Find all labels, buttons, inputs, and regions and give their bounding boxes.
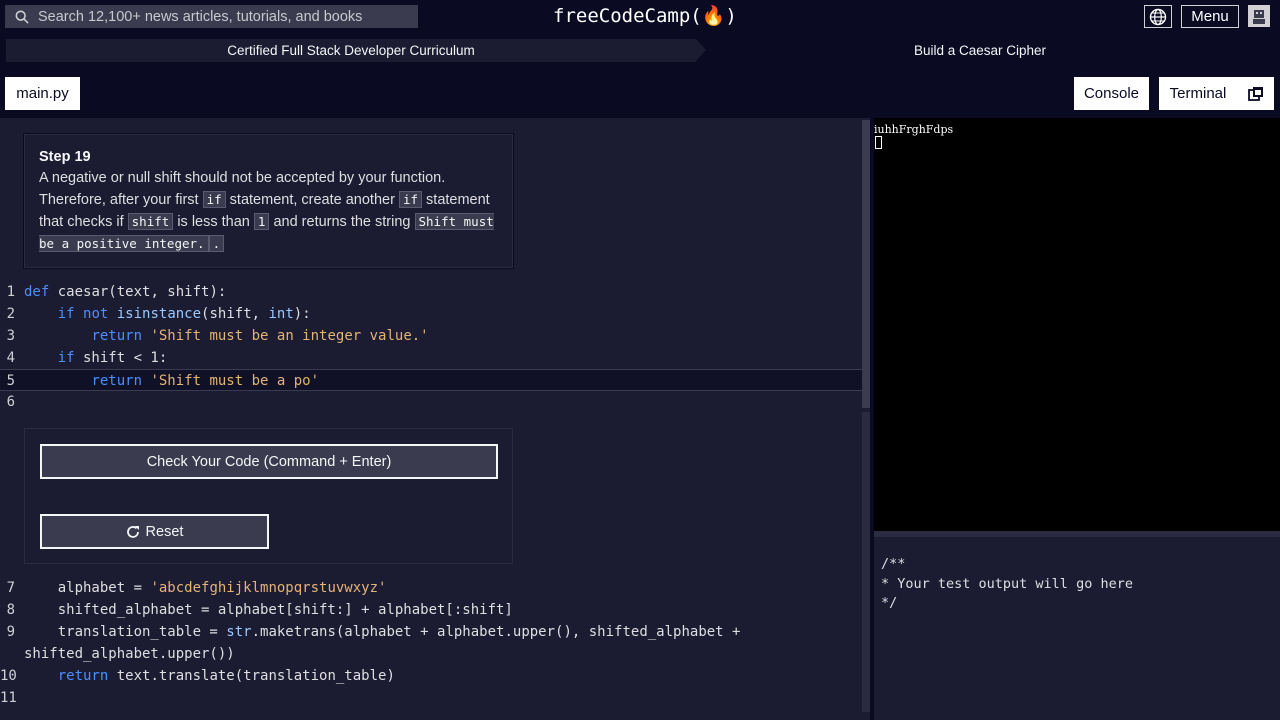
code-lines-top[interactable]: 1 def caesar(text, shift): 2 if not isinst… <box>0 281 862 413</box>
code-lines-bottom[interactable]: 7 alphabet = 'abcdefghijklmnopqrstuvwxyz… <box>0 577 862 709</box>
instr-code-one: 1 <box>253 213 270 230</box>
reset-icon <box>126 525 139 538</box>
globe-icon <box>1149 8 1167 25</box>
code-text[interactable]: shifted_alphabet.upper()) <box>24 643 235 665</box>
search-bar[interactable] <box>5 5 418 28</box>
step-instructions: Step 19 A negative or null shift should … <box>24 134 513 268</box>
code-line[interactable]: 11 <box>0 687 862 709</box>
line-number: 8 <box>6 602 15 618</box>
preview-output-text: iuhhFrghFdps <box>874 123 954 136</box>
code-text[interactable]: if not isinstance(shift, int): <box>24 303 311 325</box>
line-number: 9 <box>6 624 15 640</box>
check-code-button[interactable]: Check Your Code (Command + Enter) <box>40 444 498 479</box>
breadcrumb-curriculum-label: Certified Full Stack Developer Curriculu… <box>227 43 475 58</box>
breadcrumb-curriculum[interactable]: Certified Full Stack Developer Curriculu… <box>6 39 696 62</box>
instr-text-5: and returns the string <box>269 214 415 230</box>
console-button[interactable]: Console <box>1074 77 1149 110</box>
avatar[interactable] <box>1248 5 1270 27</box>
brand-logo[interactable]: freeCodeCamp(🔥) <box>553 4 737 27</box>
menu-button[interactable]: Menu <box>1181 5 1239 28</box>
breadcrumb-project-label: Build a Caesar Cipher <box>913 43 1047 58</box>
line-number: 2 <box>6 306 15 322</box>
code-text[interactable]: shifted_alphabet = alphabet[shift:] + al… <box>24 599 513 621</box>
code-text[interactable]: if shift < 1: <box>24 347 168 369</box>
line-number: 11 <box>0 690 17 706</box>
code-text[interactable]: alphabet = 'abcdefghijklmnopqrstuvwxyz' <box>24 577 387 599</box>
instr-code-if-2: if <box>398 191 423 208</box>
search-input[interactable] <box>38 8 418 25</box>
external-window-icon <box>1247 86 1263 101</box>
code-line[interactable]: 4 if shift < 1: <box>0 347 862 369</box>
code-line[interactable]: shifted_alphabet.upper()) <box>0 643 862 665</box>
instr-text-4: is less than <box>173 214 254 230</box>
line-number: 5 <box>6 373 15 389</box>
line-number: 7 <box>6 580 15 596</box>
code-line[interactable]: 2 if not isinstance(shift, int): <box>0 303 862 325</box>
language-button[interactable] <box>1144 5 1172 28</box>
test-output-panel: /** * Your test output will go here */ <box>874 537 1280 720</box>
instr-code-shift: shift <box>127 213 174 230</box>
instr-code-period: . <box>208 235 225 252</box>
user-avatar-icon <box>1253 10 1265 24</box>
action-panel: Check Your Code (Command + Enter) Reset <box>24 428 513 564</box>
line-number: 10 <box>0 668 17 684</box>
code-text[interactable]: return text.translate(translation_table) <box>24 665 395 687</box>
code-line[interactable]: 5 return 'Shift must be a po' <box>0 369 862 391</box>
terminal-button[interactable]: Terminal <box>1159 77 1237 110</box>
instr-text-2: statement, create another <box>225 192 399 208</box>
step-description: A negative or null shift should not be a… <box>39 167 498 255</box>
breadcrumb-project[interactable]: Build a Caesar Cipher <box>706 39 1274 62</box>
popout-preview-button[interactable] <box>1237 77 1274 110</box>
search-icon <box>15 10 29 24</box>
terminal-cursor <box>875 136 882 149</box>
code-line[interactable]: 3 return 'Shift must be an integer value… <box>0 325 862 347</box>
line-number: 1 <box>6 284 15 300</box>
step-title: Step 19 <box>39 149 91 165</box>
breadcrumb-arrow <box>696 39 706 61</box>
editor-scrollbar[interactable] <box>862 120 870 408</box>
line-number: 3 <box>6 328 15 344</box>
editor-scrollbar-track[interactable] <box>862 412 870 712</box>
instr-code-if-1: if <box>202 191 226 208</box>
code-line[interactable]: 7 alphabet = 'abcdefghijklmnopqrstuvwxyz… <box>0 577 862 599</box>
code-line[interactable]: 1 def caesar(text, shift): <box>0 281 862 303</box>
code-line[interactable]: 8 shifted_alphabet = alphabet[shift:] + … <box>0 599 862 621</box>
top-nav: freeCodeCamp(🔥) Menu <box>0 0 1280 33</box>
code-text[interactable]: return 'Shift must be a po' <box>24 370 319 392</box>
reset-label: Reset <box>145 523 184 540</box>
code-line[interactable]: 10 return text.translate(translation_tab… <box>0 665 862 687</box>
code-text[interactable]: translation_table = str.maketrans(alphab… <box>24 621 741 643</box>
code-line[interactable]: 9 translation_table = str.maketrans(alph… <box>0 621 862 643</box>
code-text[interactable]: def caesar(text, shift): <box>24 281 226 303</box>
reset-button[interactable]: Reset <box>40 514 269 549</box>
breadcrumb: Certified Full Stack Developer Curriculu… <box>6 39 1274 62</box>
line-number: 4 <box>6 350 15 366</box>
file-tab-main-py[interactable]: main.py <box>5 77 80 110</box>
code-text[interactable]: return 'Shift must be an integer value.' <box>24 325 428 347</box>
preview-output: iuhhFrghFdps <box>874 118 1280 531</box>
code-line[interactable]: 6 <box>0 391 862 413</box>
line-number: 6 <box>6 394 15 410</box>
